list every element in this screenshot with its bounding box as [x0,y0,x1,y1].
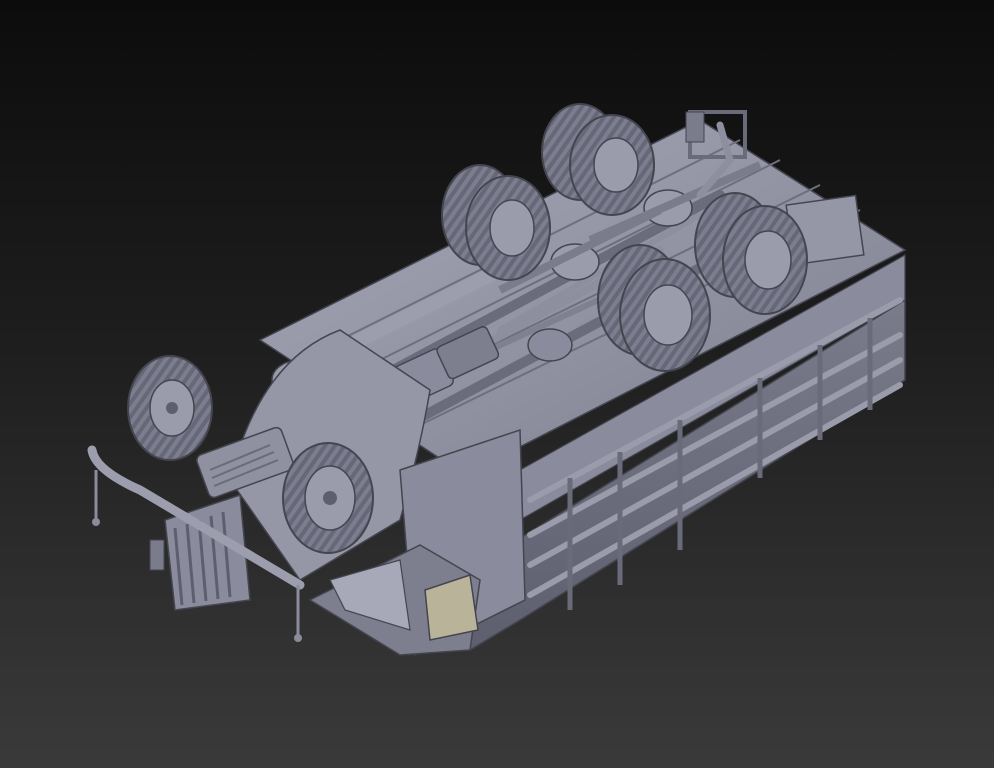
wheel-front-right [282,442,374,554]
hood-grille [149,493,251,611]
render-viewport [0,0,994,768]
overturned-truck-model [87,103,907,657]
wheel-front-left [127,355,213,461]
